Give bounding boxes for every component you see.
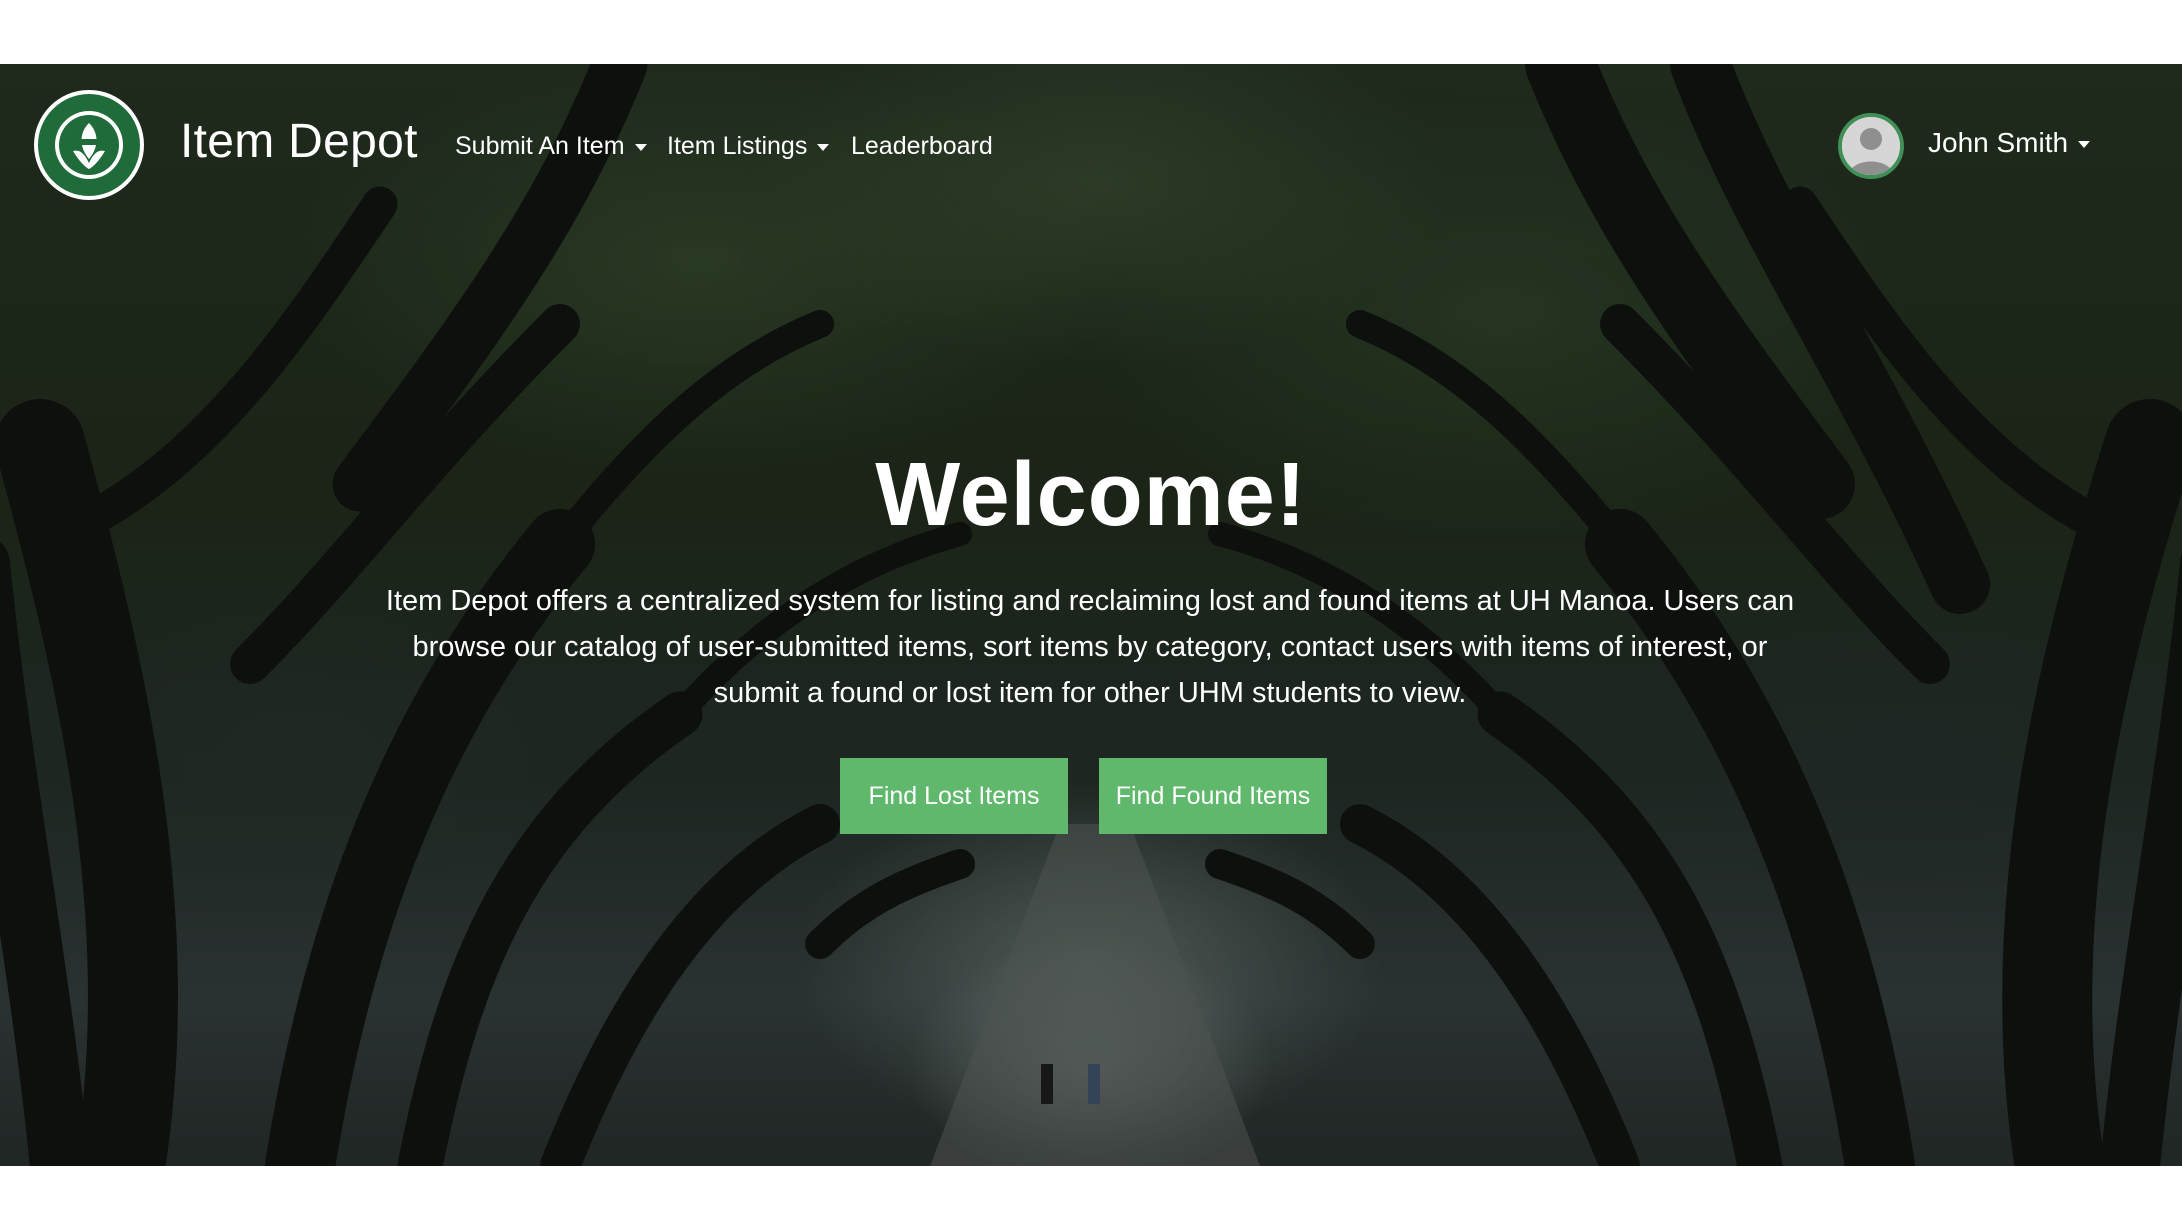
user-avatar-icon[interactable]: [1838, 113, 1904, 179]
nav-leaderboard-label: Leaderboard: [851, 132, 993, 160]
hero-description: Item Depot offers a centralized system f…: [385, 585, 1795, 709]
hero-title: Welcome!: [875, 445, 1307, 545]
nav-submit-an-item-label: Submit An Item: [455, 132, 625, 160]
university-seal-icon[interactable]: [33, 89, 145, 201]
nav-item-listings[interactable]: Item Listings: [667, 132, 830, 161]
user-menu-dropdown[interactable]: John Smith: [1928, 127, 2091, 159]
nav-leaderboard[interactable]: Leaderboard: [851, 132, 993, 161]
nav-item-listings-label: Item Listings: [667, 132, 808, 160]
chevron-down-icon: [2078, 140, 2091, 148]
app-screen: Item Depot Submit An Item Item Listings …: [0, 64, 2182, 1166]
find-lost-items-button[interactable]: Find Lost Items: [840, 758, 1068, 834]
navbar: Item Depot Submit An Item Item Listings …: [0, 64, 2182, 224]
user-name-label: John Smith: [1928, 127, 2069, 158]
nav-submit-an-item[interactable]: Submit An Item: [455, 132, 647, 161]
brand-title[interactable]: Item Depot: [180, 114, 418, 169]
chevron-down-icon: [634, 144, 647, 151]
find-found-items-button[interactable]: Find Found Items: [1099, 758, 1327, 834]
chevron-down-icon: [817, 144, 830, 151]
